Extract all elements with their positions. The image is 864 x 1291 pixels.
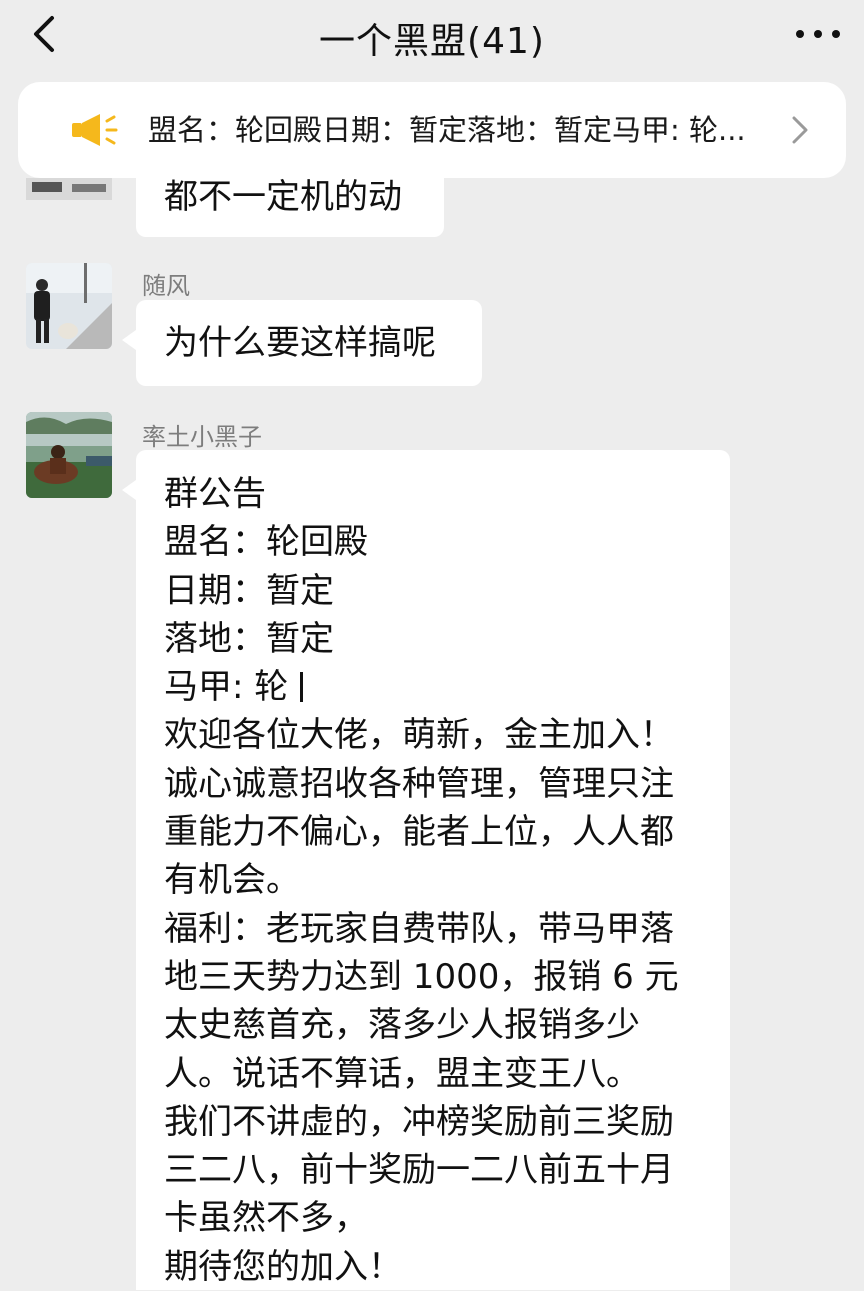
- message-line: 欢迎各位大佬，萌新，金主加入！: [164, 715, 674, 756]
- message-line: 福利：老玩家自费带队，带马甲落: [164, 908, 674, 949]
- avatar[interactable]: [26, 263, 112, 349]
- message-line: 有机会。: [164, 860, 300, 901]
- message-line: 群公告: [164, 474, 266, 514]
- message-line: 卡虽然不多，: [164, 1198, 368, 1239]
- sender-name: 随风: [142, 272, 190, 300]
- message-bubble[interactable]: 都不一定机的动: [136, 165, 444, 237]
- message-line: 太史慈首充，落多少人报销多少: [164, 1005, 640, 1046]
- sender-name: 率土小黑子: [142, 423, 262, 451]
- more-dots-icon: [796, 30, 840, 38]
- announcement-preview-text: 盟名：轮回殿日期：暂定落地：暂定马甲: 轮...: [148, 113, 746, 147]
- message-line: 盟名：轮回殿: [164, 522, 368, 563]
- message-line: 我们不讲虚的，冲榜奖励前三奖励: [164, 1101, 674, 1142]
- more-button[interactable]: [790, 14, 846, 54]
- chevron-right-icon: [788, 112, 812, 148]
- message-line: 地三天势力达到 1000，报销 6 元: [164, 956, 679, 997]
- avatar[interactable]: [26, 178, 112, 200]
- message-text: 为什么要这样搞呢: [164, 323, 436, 363]
- chat-header: 一个黑盟(41): [0, 0, 864, 72]
- message-line: 人。说话不算话，盟主变王八。: [164, 1053, 640, 1094]
- message-line: 诚心诚意招收各种管理，管理只注: [164, 763, 674, 804]
- message-text: 都不一定机的动: [164, 177, 402, 217]
- announcement-message-text: 群公告 盟名：轮回殿 日期：暂定 落地：暂定 马甲: 轮 欢迎各位大佬，萌新，金…: [164, 470, 724, 1291]
- avatar[interactable]: [26, 412, 112, 498]
- message-line: 三二八，前十奖励一二八前五十月: [164, 1150, 674, 1191]
- group-announcement-bar[interactable]: 盟名：轮回殿日期：暂定落地：暂定马甲: 轮...: [18, 82, 846, 178]
- text-cursor: [300, 672, 304, 703]
- megaphone-icon: [70, 110, 122, 150]
- message-line: 马甲: 轮: [164, 667, 289, 708]
- message-line: 重能力不偏心，能者上位，人人都: [164, 812, 674, 853]
- message-line-with-cursor: 马甲: 轮: [164, 663, 724, 711]
- chat-title: 一个黑盟(41): [319, 21, 545, 62]
- message-line: 期待您的加入！: [164, 1246, 402, 1287]
- message-bubble[interactable]: 为什么要这样搞呢: [122, 300, 482, 386]
- message-bubble[interactable]: 群公告 盟名：轮回殿 日期：暂定 落地：暂定 马甲: 轮 欢迎各位大佬，萌新，金…: [122, 450, 730, 1291]
- message-line: 日期：暂定: [164, 570, 334, 611]
- message-line: 落地：暂定: [164, 618, 334, 659]
